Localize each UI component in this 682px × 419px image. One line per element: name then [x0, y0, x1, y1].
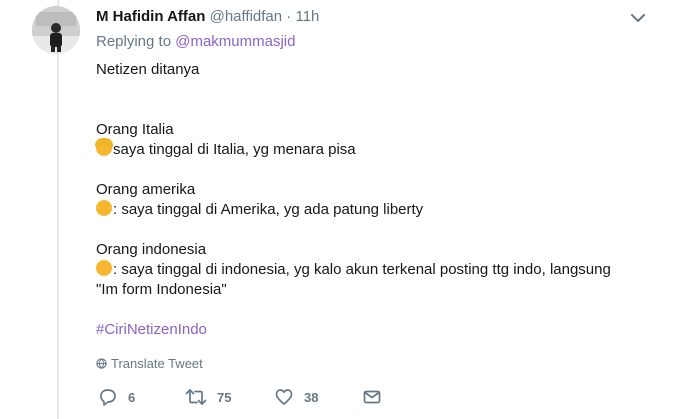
body-line: Orang indonesia — [96, 241, 207, 258]
retweet-button[interactable]: 75 — [185, 387, 231, 407]
body-line-text: : saya tinggal di Amerika, yg ada patung… — [113, 201, 424, 218]
avatar[interactable] — [32, 6, 80, 54]
replying-to-mention[interactable]: @makmummasjid — [175, 33, 295, 50]
hashtag-link[interactable]: #CiriNetizenIndo — [96, 320, 656, 340]
body-line: : saya tinggal di Amerika, yg ada patung… — [96, 200, 656, 220]
translate-label: Translate Tweet — [111, 356, 203, 371]
tweet-time[interactable]: 11h — [295, 8, 319, 25]
separator-dot: · — [286, 8, 292, 25]
replying-to: Replying to @makmummasjid — [96, 33, 295, 50]
globe-icon — [96, 358, 107, 369]
tweet-header: M Hafidin Affan @haffidfan · 11h — [96, 8, 319, 26]
retweet-icon — [185, 389, 207, 405]
like-button[interactable]: 38 — [274, 387, 318, 407]
translate-tweet-link[interactable]: Translate Tweet — [96, 356, 203, 371]
body-line: Orang Italia — [96, 121, 174, 138]
tweet-body: Netizen ditanya Orang Italia saya tingga… — [95, 60, 656, 340]
reply-icon — [100, 389, 116, 406]
body-line-text: saya tinggal di Italia, yg menara pisa — [113, 141, 356, 158]
direct-message-button[interactable] — [362, 387, 382, 407]
tweet[interactable]: M Hafidin Affan @haffidfan · 11h Replyin… — [0, 0, 682, 419]
reply-button[interactable]: 6 — [98, 387, 135, 407]
person-emoji-icon — [96, 200, 112, 216]
author-name[interactable]: M Hafidin Affan — [96, 8, 205, 25]
body-line: saya tinggal di Italia, yg menara pisa — [95, 138, 656, 160]
person-emoji-icon — [96, 260, 112, 276]
body-line-text: : saya tinggal di indonesia, yg kalo aku… — [113, 261, 611, 278]
retweet-count: 75 — [217, 389, 232, 405]
body-line: : saya tinggal di indonesia, yg kalo aku… — [96, 260, 656, 280]
person-emoji-icon — [95, 138, 113, 156]
tweet-actions: 6 75 38 — [96, 387, 396, 409]
replying-prefix: Replying to — [96, 33, 172, 50]
author-handle[interactable]: @haffidfan — [210, 8, 283, 25]
body-line: Orang amerika — [96, 181, 196, 198]
heart-icon — [275, 389, 293, 405]
like-count: 38 — [304, 389, 319, 405]
envelope-icon — [363, 390, 381, 404]
chevron-down-icon[interactable] — [631, 10, 645, 22]
body-line: "Im form Indonesia" — [96, 281, 227, 298]
body-line: Netizen ditanya — [96, 61, 200, 78]
reply-count: 6 — [128, 389, 136, 405]
